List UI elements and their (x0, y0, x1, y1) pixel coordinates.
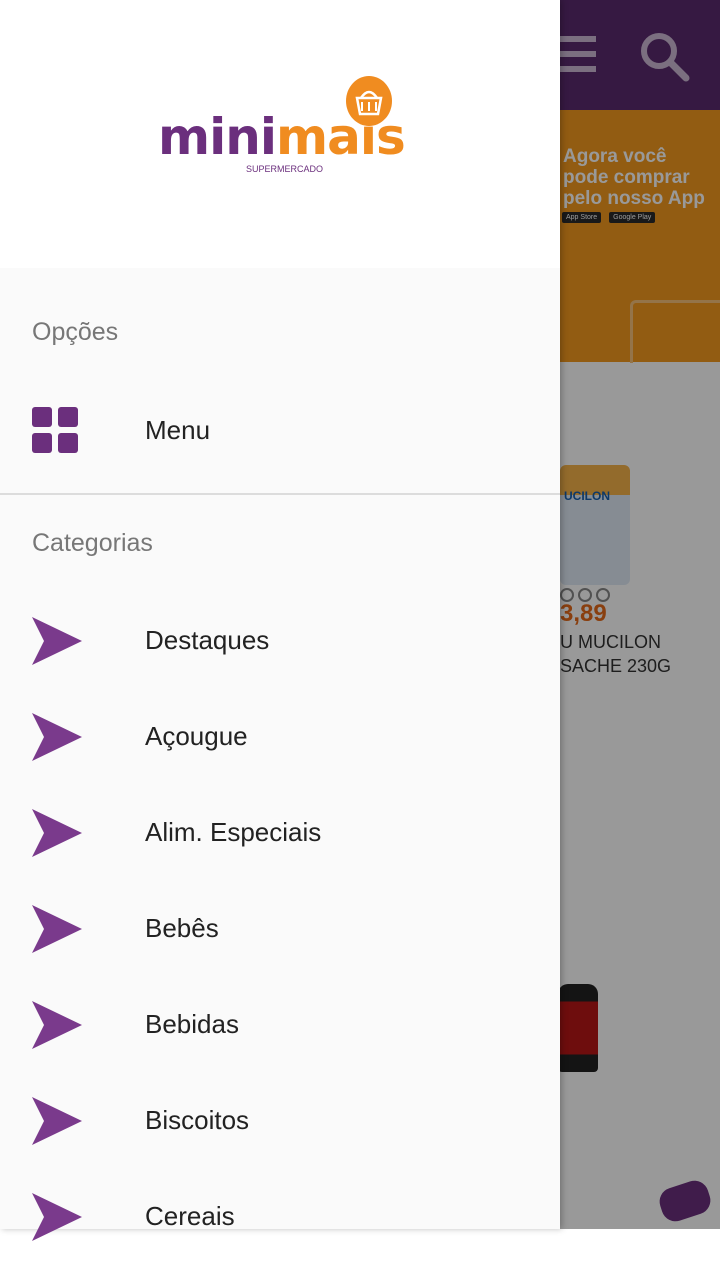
drawer-header: minimais SUPERMERCADO (0, 0, 560, 268)
grid-icon (32, 407, 78, 453)
category-item-alim-especiais[interactable]: Alim. Especiais (0, 787, 560, 877)
categories-heading: Categorias (32, 529, 153, 557)
arrow-right-icon (32, 1193, 82, 1241)
divider (0, 493, 560, 495)
category-label: Alim. Especiais (145, 817, 322, 847)
category-label: Bebidas (145, 1009, 239, 1039)
arrow-right-icon (32, 617, 82, 665)
menu-label: Menu (145, 415, 211, 445)
category-label: Cereais (145, 1201, 235, 1231)
category-item-bebês[interactable]: Bebês (0, 883, 560, 973)
menu-item[interactable]: Menu (0, 385, 560, 475)
logo-wordmark: minimais (158, 108, 406, 166)
arrow-right-icon (32, 713, 82, 761)
category-item-açougue[interactable]: Açougue (0, 691, 560, 781)
arrow-right-icon (32, 1097, 82, 1145)
category-item-cereais[interactable]: Cereais (0, 1171, 560, 1261)
category-item-bebidas[interactable]: Bebidas (0, 979, 560, 1069)
category-label: Açougue (145, 721, 248, 751)
category-label: Biscoitos (145, 1105, 250, 1135)
logo-subtitle: SUPERMERCADO (246, 164, 324, 174)
arrow-right-icon (32, 809, 82, 857)
arrow-right-icon (32, 1001, 82, 1049)
navigation-drawer: minimais SUPERMERCADO Opções Menu Catego… (0, 0, 560, 1241)
category-item-biscoitos[interactable]: Biscoitos (0, 1075, 560, 1165)
options-heading: Opções (32, 318, 119, 346)
minimais-logo: minimais SUPERMERCADO (158, 76, 408, 186)
arrow-right-icon (32, 905, 82, 953)
category-item-destaques[interactable]: Destaques (0, 595, 560, 685)
category-label: Bebês (145, 913, 219, 943)
category-label: Destaques (145, 625, 270, 655)
